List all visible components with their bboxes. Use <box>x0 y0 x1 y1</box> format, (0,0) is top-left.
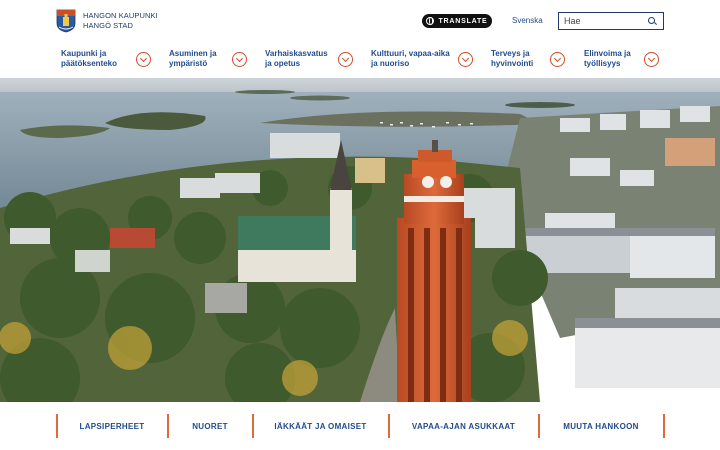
nav-label: Kulttuuri, vapaa-aika ja nuoriso <box>371 49 450 69</box>
nav-label-line2: päätöksenteko <box>61 59 118 68</box>
chevron-down-icon[interactable] <box>338 52 353 67</box>
audience-link-iakkaat[interactable]: IÄKKÄÄT JA OMAISET <box>253 413 388 439</box>
audience-link-nuoret[interactable]: NUORET <box>168 413 252 439</box>
nav-item-elinvoima[interactable]: Elinvoima ja työllisyys <box>584 49 631 69</box>
city-name-swedish: HANGÖ STAD <box>83 20 134 30</box>
nav-label-line2: työllisyys <box>584 59 621 68</box>
search-input[interactable] <box>559 16 647 26</box>
translate-label: TRANSLATE <box>438 17 488 25</box>
nav-item-terveys[interactable]: Terveys ja hyvinvointi <box>491 49 533 69</box>
nav-label-line1: Asuminen ja <box>169 49 217 58</box>
site-header: HANGON KAUPUNKI HANGÖ STAD TRANSLATE Sve… <box>0 0 720 40</box>
divider <box>663 414 665 438</box>
nav-item-varhaiskasvatus[interactable]: Varhaiskasvatus ja opetus <box>265 49 328 69</box>
audience-link-lapsiperheet[interactable]: LAPSIPERHEET <box>57 413 167 439</box>
nav-item-kaupunki[interactable]: Kaupunki ja päätöksenteko <box>61 49 117 69</box>
chevron-down-icon[interactable] <box>458 52 473 67</box>
nav-label-line2: ja nuoriso <box>371 59 410 68</box>
nav-label: Terveys ja hyvinvointi <box>491 49 533 69</box>
nav-item-kulttuuri[interactable]: Kulttuuri, vapaa-aika ja nuoriso <box>371 49 450 69</box>
hero-image <box>0 78 720 402</box>
city-name[interactable]: HANGON KAUPUNKI HANGÖ STAD <box>83 11 158 30</box>
city-crest-logo[interactable] <box>56 9 76 33</box>
nav-label-line2: hyvinvointi <box>491 59 534 68</box>
city-name-finnish: HANGON KAUPUNKI <box>83 11 158 20</box>
nav-item-asuminen[interactable]: Asuminen ja ympäristö <box>169 49 217 69</box>
audience-links-bar: LAPSIPERHEET NUORET IÄKKÄÄT JA OMAISET V… <box>0 402 720 450</box>
chevron-down-icon[interactable] <box>644 52 659 67</box>
main-navigation: Kaupunki ja päätöksenteko Asuminen ja ym… <box>0 44 720 78</box>
chevron-down-icon[interactable] <box>232 52 247 67</box>
globe-icon <box>426 17 435 25</box>
language-link-swedish[interactable]: Svenska <box>512 16 543 25</box>
nav-label-line1: Kulttuuri, vapaa-aika <box>371 49 450 58</box>
nav-label: Varhaiskasvatus ja opetus <box>265 49 328 69</box>
nav-label: Asuminen ja ympäristö <box>169 49 217 69</box>
audience-link-vapaa-ajan-asukkaat[interactable]: VAPAA-AJAN ASUKKAAT <box>389 413 538 439</box>
translate-button[interactable]: TRANSLATE <box>422 14 492 28</box>
chevron-down-icon[interactable] <box>550 52 565 67</box>
nav-label-line1: Terveys ja <box>491 49 530 58</box>
hero-illustration <box>0 78 720 402</box>
nav-label-line1: Elinvoima ja <box>584 49 631 58</box>
nav-label-line1: Kaupunki ja <box>61 49 107 58</box>
chevron-down-icon[interactable] <box>136 52 151 67</box>
nav-label-line2: ympäristö <box>169 59 208 68</box>
search-icon[interactable] <box>647 16 657 26</box>
nav-label-line2: ja opetus <box>265 59 301 68</box>
nav-label-line1: Varhaiskasvatus <box>265 49 328 58</box>
nav-label: Kaupunki ja päätöksenteko <box>61 49 117 69</box>
audience-link-muuta-hankoon[interactable]: MUUTA HANKOON <box>539 413 663 439</box>
search-box <box>558 12 664 30</box>
nav-label: Elinvoima ja työllisyys <box>584 49 631 69</box>
